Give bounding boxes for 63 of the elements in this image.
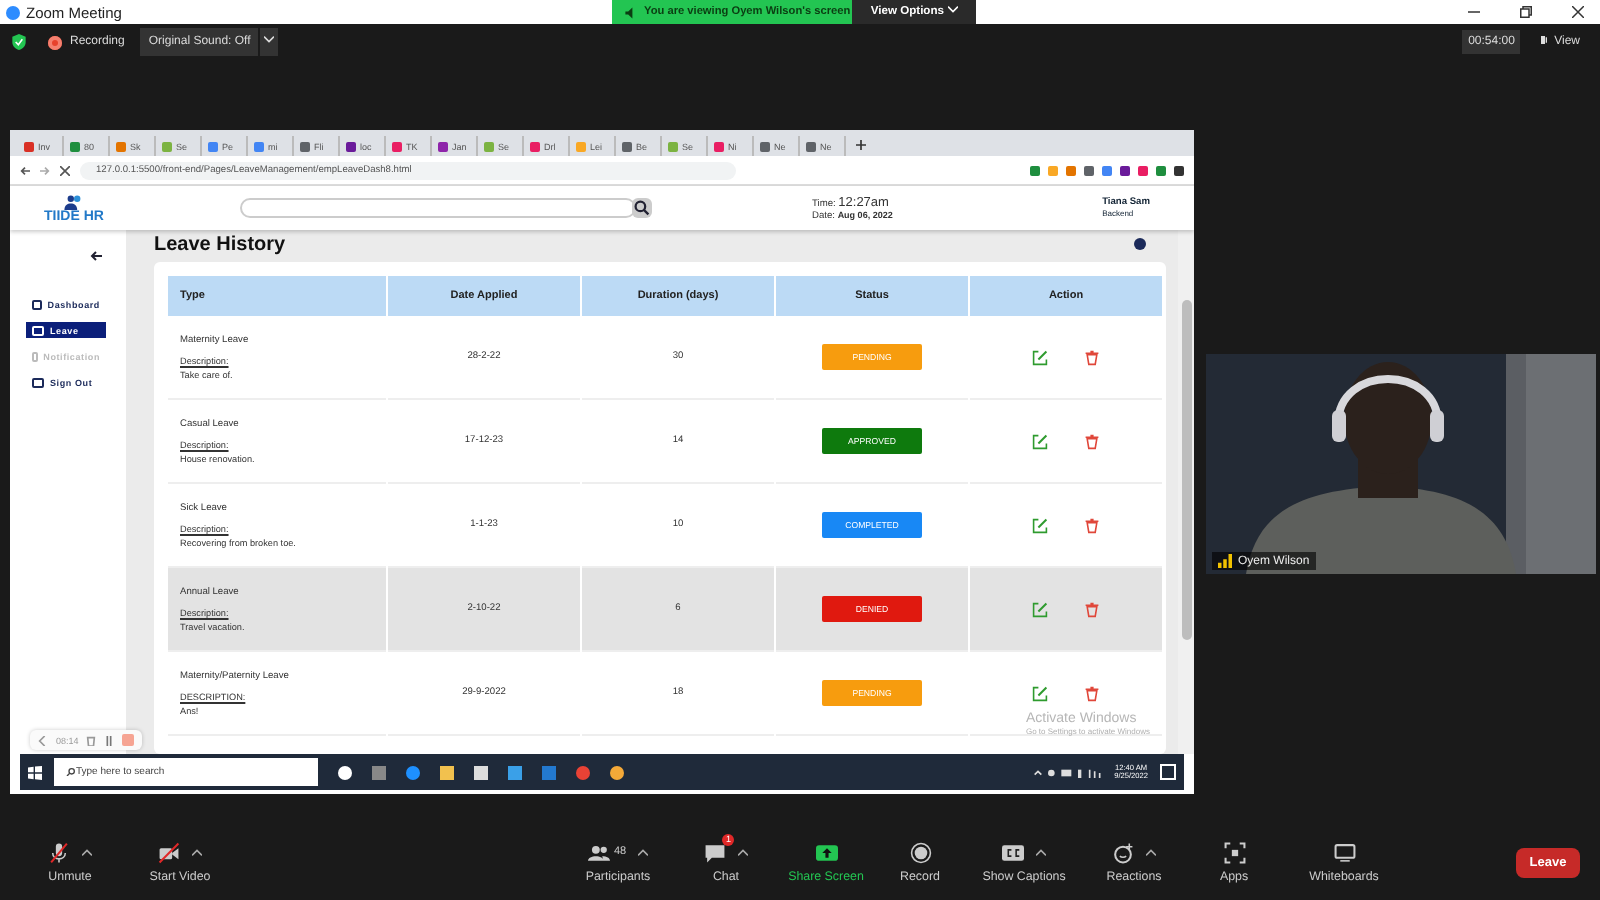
notification-icon[interactable] [1160,764,1176,780]
caret-icon[interactable] [1036,848,1046,856]
back-arrow-icon[interactable] [90,250,102,262]
search-icon[interactable] [632,198,652,218]
zoom-logo-icon [6,5,20,19]
caret-icon[interactable] [82,848,92,856]
restore-icon[interactable] [1520,6,1532,18]
captions-icon [1002,841,1024,863]
view-icon [1540,36,1551,45]
edge-icon[interactable] [406,765,420,779]
back-icon[interactable] [20,165,30,175]
minimize-icon[interactable] [1468,6,1480,18]
shield-icon[interactable] [12,34,26,50]
page-heading: Leave History [154,233,286,255]
caret-icon[interactable] [192,848,202,856]
recording-icon [48,35,62,49]
search-field[interactable] [240,198,636,218]
cortana-icon[interactable] [338,765,352,779]
caret-icon[interactable] [1146,848,1156,856]
edit-icon[interactable] [1032,517,1048,533]
scrollbar-thumb[interactable] [1181,300,1191,640]
signal-icon [1218,554,1232,568]
chat-icon [704,841,726,863]
caret-button[interactable] [260,28,279,56]
edit-icon[interactable] [1032,601,1048,617]
task-view-icon[interactable] [372,765,386,779]
code-editor-icon[interactable] [542,765,556,779]
delete-icon[interactable] [1084,433,1100,449]
video-off-icon [158,841,180,863]
start-icon[interactable] [28,765,42,779]
mail-icon[interactable] [508,765,522,779]
speaker-icon [624,5,638,19]
delete-icon[interactable] [1084,517,1100,533]
caret-icon [947,6,958,15]
people-icon [64,193,84,209]
caret-icon[interactable] [738,848,748,856]
store-icon[interactable] [474,765,488,779]
share-screen-icon [815,841,837,863]
emoji-icon [1112,841,1134,863]
edit-icon[interactable] [1032,349,1048,365]
whiteboard-icon [1333,841,1355,863]
help-icon[interactable] [1134,238,1146,250]
caret-icon[interactable] [638,848,649,856]
folder-icon[interactable] [440,765,454,779]
edit-icon[interactable] [1032,685,1048,701]
search-icon [66,768,76,776]
trash-icon[interactable] [86,735,97,745]
apps-icon [1223,841,1245,863]
muted-microphone-icon [48,841,70,863]
system-tray-icon[interactable] [1034,767,1103,777]
caret-icon [264,36,275,45]
stop-icon[interactable] [60,165,70,175]
new-tab-icon[interactable] [856,140,866,150]
delete-icon[interactable] [1084,601,1100,617]
delete-icon[interactable] [1084,349,1100,365]
edit-icon[interactable] [1032,433,1048,449]
browser-icon[interactable] [576,765,590,779]
record-icon [909,841,931,863]
browser-icon[interactable] [610,765,624,779]
participants-icon [587,841,610,863]
pause-icon[interactable] [104,735,115,745]
close-icon[interactable] [1572,6,1584,18]
delete-icon[interactable] [1084,685,1100,701]
